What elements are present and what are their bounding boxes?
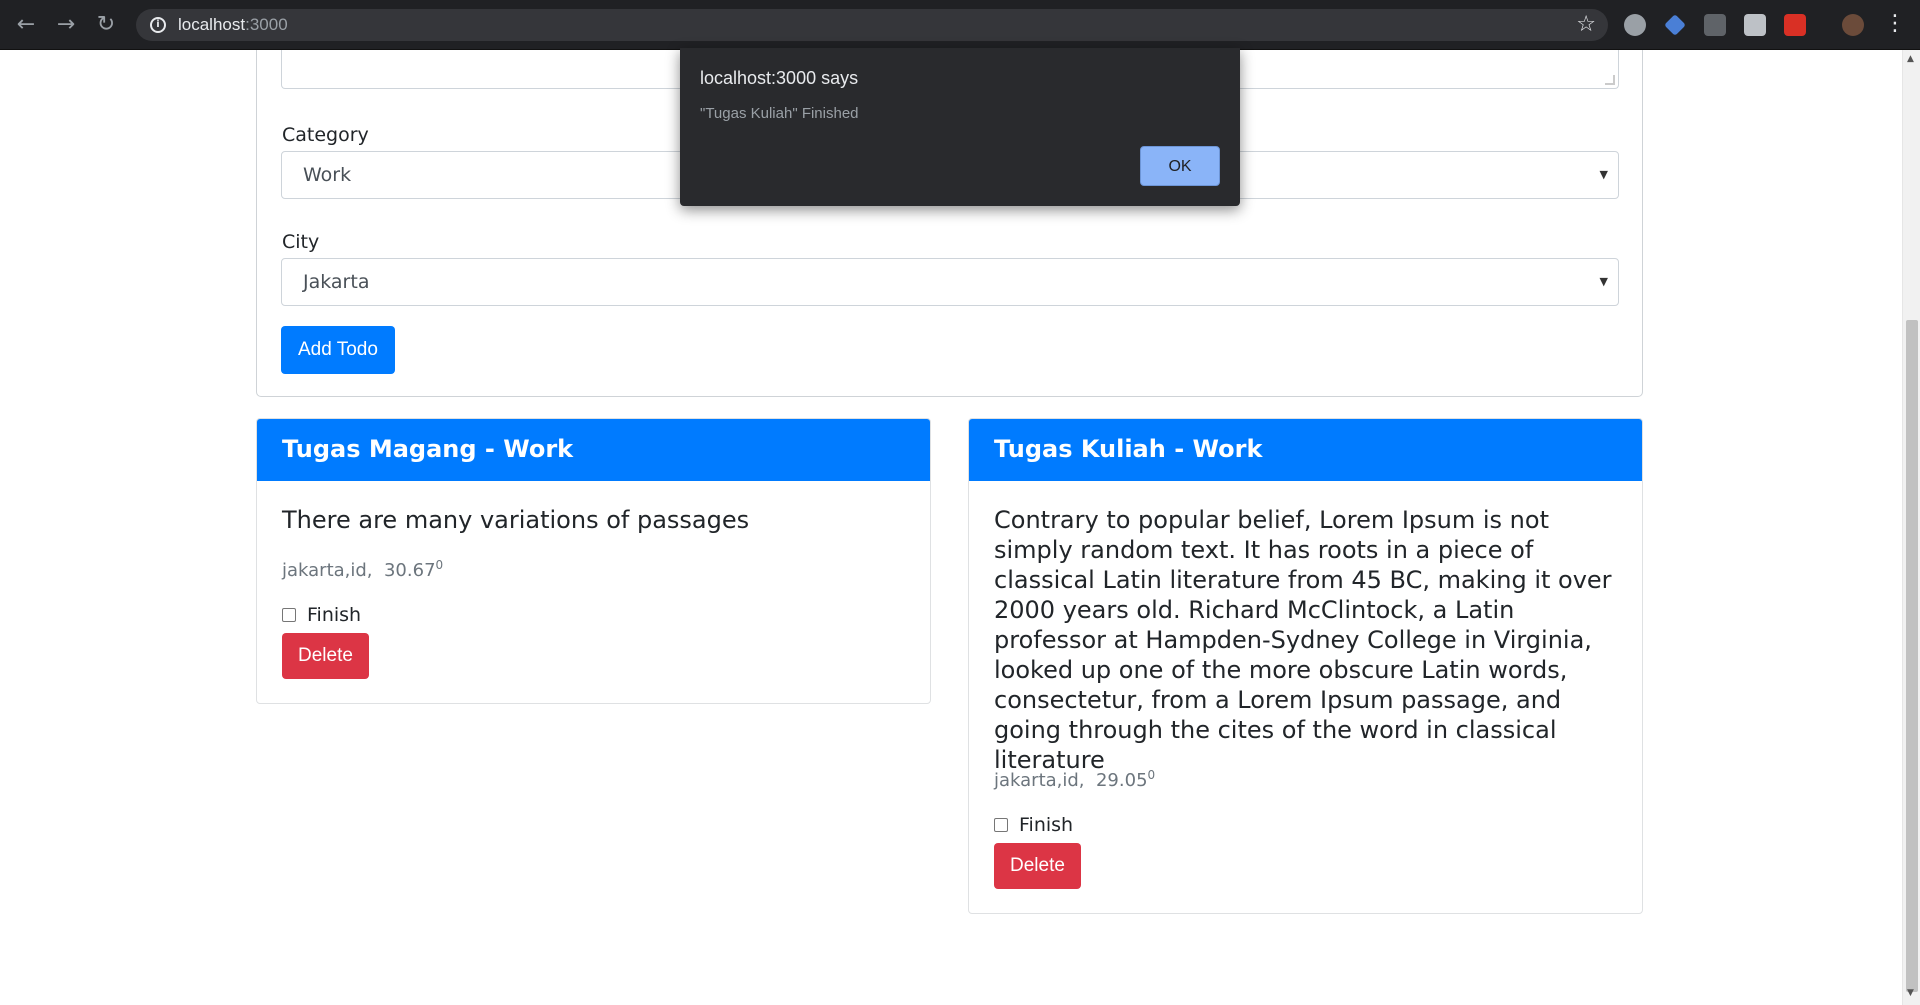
finish-checkbox[interactable] (994, 818, 1008, 832)
url-text[interactable]: localhost:3000 (178, 15, 288, 35)
finish-checkbox[interactable] (282, 608, 296, 622)
category-label: Category (282, 124, 369, 146)
resize-grip-icon[interactable] (1605, 75, 1615, 85)
chevron-down-icon: ▼ (1599, 168, 1608, 181)
url-host: localhost (178, 15, 246, 34)
todo-location: jakarta,id, (282, 560, 373, 581)
todo-location: jakarta,id, (994, 770, 1085, 791)
add-todo-button[interactable]: Add Todo (281, 326, 395, 374)
todo-temperature: 30.67 (383, 560, 436, 581)
todo-weather: jakarta,id, 30.670 (282, 558, 443, 581)
todo-temperature: 29.05 (1095, 770, 1148, 791)
forward-icon[interactable]: → (54, 13, 78, 37)
dialog-message: "Tugas Kuliah" Finished (700, 105, 859, 122)
scrollbar-thumb[interactable] (1906, 320, 1918, 992)
finish-label[interactable]: Finish (1019, 814, 1073, 836)
todo-card: Tugas Kuliah - Work Contrary to popular … (968, 418, 1643, 914)
city-select[interactable]: Jakarta ▼ (281, 258, 1619, 306)
scroll-up-icon[interactable]: ▲ (1907, 54, 1917, 64)
alert-dialog: localhost:3000 says "Tugas Kuliah" Finis… (680, 48, 1240, 206)
bookmark-star-icon[interactable]: ☆ (1576, 12, 1596, 37)
extension-printer-icon[interactable] (1744, 14, 1766, 36)
todo-card: Tugas Magang - Work There are many varia… (256, 418, 931, 704)
dialog-ok-button[interactable]: OK (1140, 146, 1220, 186)
city-value: Jakarta (303, 271, 370, 293)
extension-circle-icon[interactable] (1624, 14, 1646, 36)
delete-button[interactable]: Delete (994, 843, 1081, 889)
browser-toolbar: ← → ↻ i localhost:3000 ☆ ⋮ (0, 0, 1920, 50)
degree-mark: 0 (435, 558, 444, 572)
scroll-down-icon[interactable]: ▼ (1907, 988, 1917, 998)
profile-avatar[interactable] (1842, 14, 1864, 36)
page-scrollbar[interactable]: ▲ ▼ (1902, 50, 1920, 1005)
todo-title: Tugas Magang - Work (257, 419, 930, 481)
back-icon[interactable]: ← (14, 13, 38, 37)
info-icon[interactable]: i (150, 17, 166, 33)
extension-red-icon[interactable] (1784, 14, 1806, 36)
todo-description: Contrary to popular belief, Lorem Ipsum … (994, 506, 1612, 774)
degree-mark: 0 (1147, 768, 1156, 782)
reload-icon[interactable]: ↻ (94, 13, 118, 37)
todo-weather: jakarta,id, 29.050 (994, 768, 1155, 791)
delete-button[interactable]: Delete (282, 633, 369, 679)
browser-menu-icon[interactable]: ⋮ (1884, 13, 1906, 35)
url-port: :3000 (245, 15, 288, 34)
category-value: Work (303, 164, 352, 186)
extension-diamond-icon[interactable] (1664, 14, 1686, 36)
finish-label[interactable]: Finish (307, 604, 361, 626)
extension-pen-icon[interactable] (1704, 14, 1726, 36)
city-label: City (282, 231, 320, 253)
todo-description: There are many variations of passages (282, 506, 750, 534)
todo-title: Tugas Kuliah - Work (969, 419, 1642, 481)
address-bar[interactable]: i localhost:3000 ☆ (136, 9, 1608, 41)
dialog-title: localhost:3000 says (700, 68, 859, 88)
chevron-down-icon: ▼ (1599, 275, 1608, 288)
